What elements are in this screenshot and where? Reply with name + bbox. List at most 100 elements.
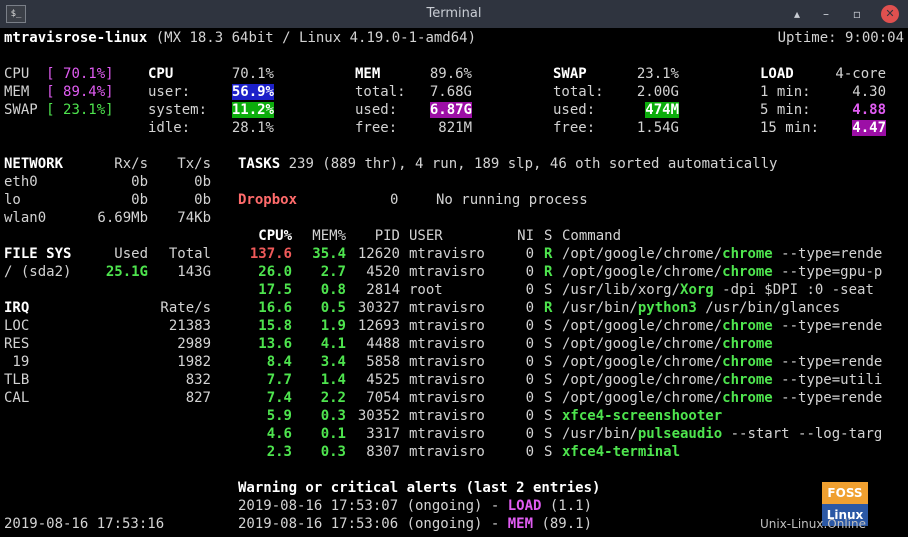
irq-rate: 1982	[177, 354, 211, 370]
proc-ni: 0	[525, 264, 534, 280]
col-ni-header[interactable]: NI	[500, 227, 534, 245]
proc-cpu: 5.9	[266, 408, 292, 424]
alert-entry: 2019-08-16 17:53:06 (ongoing) - MEM (89.…	[238, 516, 593, 532]
irq-rate: 827	[185, 390, 211, 406]
proc-command: /usr/bin/python3 /usr/bin/glances	[562, 300, 841, 316]
proc-user: root	[409, 282, 443, 298]
filesys-total: 143G	[177, 264, 211, 280]
load-cores: 4-core	[835, 66, 886, 82]
proc-mem: 1.9	[320, 318, 346, 334]
proc-mem: 2.7	[320, 264, 346, 280]
col-pid-header[interactable]: PID	[350, 227, 400, 245]
proc-mem: 3.4	[320, 354, 346, 370]
proc-mem: 0.8	[320, 282, 346, 298]
proc-ni: 0	[525, 426, 534, 442]
proc-mem: 4.1	[320, 336, 346, 352]
proc-state: R	[544, 300, 553, 316]
col-user-header[interactable]: USER	[409, 227, 443, 245]
quicklook-swap: SWAP [ 23.1%]	[4, 102, 114, 118]
proc-mem: 1.4	[320, 372, 346, 388]
col-s-header[interactable]: S	[544, 227, 552, 245]
proc-pid: 2814	[366, 282, 400, 298]
proc-cpu: 7.7	[266, 372, 292, 388]
proc-cpu: 17.5	[258, 282, 292, 298]
proc-pid: 30352	[357, 408, 400, 424]
proc-user: mtravisro	[409, 264, 485, 280]
proc-command: /opt/google/chrome/chrome --type=rende	[562, 390, 883, 406]
proc-cpu: 13.6	[258, 336, 292, 352]
os-info: (MX 18.3 64bit / Linux 4.19.0-1-amd64)	[155, 30, 477, 46]
proc-user: mtravisro	[409, 354, 485, 370]
proc-cpu: 16.6	[258, 300, 292, 316]
close-button[interactable]: ✕	[881, 5, 899, 23]
network-tx: 0b	[194, 174, 211, 190]
proc-user: mtravisro	[409, 390, 485, 406]
uptime: Uptime: 9:00:04	[777, 30, 904, 46]
col-command-header[interactable]: Command	[562, 227, 621, 245]
proc-ni: 0	[525, 444, 534, 460]
col-cpu-header[interactable]: CPU%	[238, 227, 292, 245]
tasks-summary: 239 (889 thr), 4 run, 189 slp, 46 oth so…	[288, 156, 778, 172]
timestamp: 2019-08-16 17:53:16	[4, 516, 165, 532]
proc-state: S	[544, 282, 553, 298]
maximize-button[interactable]: ▫	[848, 5, 866, 23]
filesys-total-header: Total	[168, 246, 211, 262]
dropbox-status: No running process	[436, 192, 588, 208]
proc-pid: 30327	[357, 300, 400, 316]
minimize-button[interactable]: –	[817, 5, 835, 23]
proc-command: /opt/google/chrome/chrome	[562, 336, 773, 352]
irq-rate: 21383	[168, 318, 211, 334]
swap-free-value: 1.54G	[636, 120, 679, 136]
proc-state: S	[544, 408, 553, 424]
hostname: mtravisrose-linux	[4, 30, 148, 46]
network-tx-header: Tx/s	[177, 156, 211, 172]
dropbox-count: 0	[390, 192, 399, 208]
alert-entry: 2019-08-16 17:53:07 (ongoing) - LOAD (1.…	[238, 498, 593, 514]
load-5min-value: 4.88	[852, 102, 886, 118]
proc-cpu: 2.3	[266, 444, 292, 460]
quicklook-cpu: CPU [ 70.1%]	[4, 66, 114, 82]
quicklook-cpu-value: [ 70.1%]	[46, 66, 114, 82]
proc-ni: 0	[525, 318, 534, 334]
cpu-system-value: 11.2%	[231, 102, 274, 118]
proc-cpu: 4.6	[266, 426, 292, 442]
mem-used-value: 6.87G	[429, 102, 472, 118]
terminal-window: $_ Terminal ▴ – ▫ ✕ mtravisrose-linux (M…	[0, 0, 908, 537]
dropbox-label: Dropbox	[238, 192, 298, 208]
mem-free-value: 821M	[438, 120, 472, 136]
proc-user: mtravisro	[409, 336, 485, 352]
proc-command: /opt/google/chrome/chrome --type=utili	[562, 372, 883, 388]
proc-state: S	[544, 354, 553, 370]
proc-command: /opt/google/chrome/chrome --type=gpu-p	[562, 264, 883, 280]
tasks-label: TASKS	[238, 156, 281, 172]
cpu-user-value: 56.9%	[231, 84, 274, 100]
proc-pid: 5858	[366, 354, 400, 370]
title-bar[interactable]: $_ Terminal ▴ – ▫ ✕	[0, 0, 908, 28]
proc-user: mtravisro	[409, 246, 485, 262]
proc-ni: 0	[525, 390, 534, 406]
load-15min-value: 4.47	[852, 120, 886, 136]
proc-state: R	[544, 264, 553, 280]
terminal-content[interactable]: mtravisrose-linux (MX 18.3 64bit / Linux…	[0, 28, 908, 537]
proc-pid: 8307	[366, 444, 400, 460]
shade-button[interactable]: ▴	[788, 5, 806, 23]
swap-total-value: 2.00G	[636, 84, 679, 100]
proc-cpu: 7.4	[266, 390, 292, 406]
tasks-line: TASKS 239 (889 thr), 4 run, 189 slp, 46 …	[238, 155, 777, 173]
proc-ni: 0	[525, 354, 534, 370]
col-mem-header[interactable]: MEM%	[300, 227, 346, 245]
proc-pid: 12620	[357, 246, 400, 262]
alerts-title: Warning or critical alerts (last 2 entri…	[238, 480, 601, 496]
network-tx: 0b	[194, 192, 211, 208]
proc-mem: 2.2	[320, 390, 346, 406]
quicklook-mem: MEM [ 89.4%]	[4, 84, 114, 100]
proc-command: /usr/lib/xorg/Xorg -dpi $DPI :0 -seat	[562, 282, 874, 298]
proc-pid: 4520	[366, 264, 400, 280]
proc-cpu: 137.6	[249, 246, 292, 262]
proc-state: S	[544, 444, 553, 460]
proc-user: mtravisro	[409, 318, 485, 334]
proc-ni: 0	[525, 372, 534, 388]
proc-cpu: 8.4	[266, 354, 292, 370]
irq-rate-header: Rate/s	[160, 300, 211, 316]
proc-mem: 0.3	[320, 408, 346, 424]
